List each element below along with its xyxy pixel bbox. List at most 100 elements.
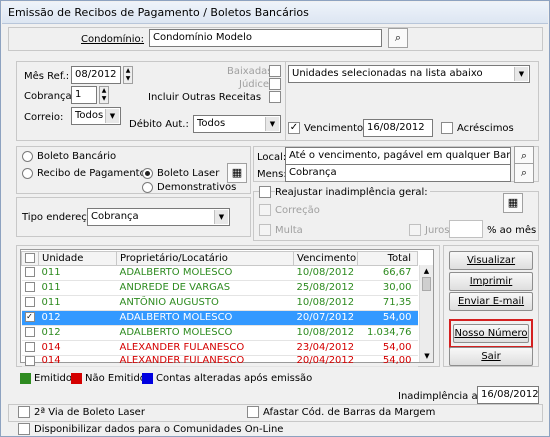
main-window: Emissão de Recibos de Pagamento / Boleto… <box>0 0 550 437</box>
vencimento-checkbox[interactable]: ✓ <box>288 122 300 134</box>
row-checkbox-cell[interactable] <box>21 355 39 367</box>
unidades-value: Unidades selecionadas na lista abaixo <box>292 68 483 79</box>
row-checkbox-cell[interactable]: ✓ <box>21 310 39 326</box>
row-checkbox[interactable] <box>24 327 35 337</box>
scroll-thumb[interactable] <box>422 277 431 291</box>
judice-checkbox[interactable] <box>269 78 281 90</box>
row-total: 54,00 <box>357 310 418 326</box>
juros-checkbox[interactable] <box>409 224 421 236</box>
window-title: Emissão de Recibos de Pagamento / Boleto… <box>2 2 548 24</box>
row-checkbox[interactable]: ✓ <box>24 312 35 322</box>
binoculars-icon[interactable]: ⌕ <box>514 163 534 183</box>
row-vencimento: 10/08/2012 <box>293 295 358 311</box>
table-row[interactable]: 011 ANTÔNIO AUGUSTO 10/08/2012 71,35 <box>21 295 418 311</box>
row-nome: ANTÔNIO AUGUSTO <box>116 295 294 311</box>
row-nome: ADALBERTO MOLESCO <box>116 265 294 281</box>
demonstrativos-radio[interactable] <box>142 182 153 193</box>
row-total: 30,00 <box>357 280 418 296</box>
row-checkbox[interactable] <box>24 267 35 277</box>
outras-receitas-checkbox[interactable] <box>269 91 281 103</box>
disponibilizar-checkbox[interactable] <box>18 423 30 435</box>
local-field[interactable]: Até o vencimento, pagável em qualquer Ba… <box>285 147 511 165</box>
col-proprietario[interactable]: Proprietário/Locatário <box>116 251 294 266</box>
table-row[interactable]: 014 ALEXANDER FULANESCO 20/04/2012 54,00 <box>21 355 418 367</box>
row-checkbox-cell[interactable] <box>21 340 39 356</box>
correcao-checkbox[interactable] <box>259 204 271 216</box>
demonstrativos-label: Demonstrativos <box>157 182 237 193</box>
juros-label: Juros <box>425 225 450 236</box>
outras-receitas-label: Incluir Outras Receitas <box>148 92 262 103</box>
tipo-endereco-select[interactable]: Cobrança ▼ <box>87 208 230 226</box>
table-row[interactable]: ✓ 012 ADALBERTO MOLESCO 20/07/2012 54,00 <box>21 310 418 326</box>
sair-button[interactable]: Sair <box>449 347 533 366</box>
scroll-down-icon[interactable]: ▼ <box>420 350 434 362</box>
judice-label: Júdice <box>239 79 270 90</box>
table-row[interactable]: 011 ANDREDE DE VARGAS 25/08/2012 30,00 <box>21 280 418 296</box>
boleto-laser-label: Boleto Laser <box>157 168 220 179</box>
row-checkbox-cell[interactable] <box>21 295 39 311</box>
recibo-pagamento-radio[interactable] <box>22 168 33 179</box>
emitido-swatch <box>20 373 31 384</box>
vencimento-field[interactable]: 16/08/2012 <box>363 119 433 137</box>
row-vencimento: 10/08/2012 <box>293 265 358 281</box>
units-table: Unidade Proprietário/Locatário Venciment… <box>21 251 418 367</box>
multa-checkbox[interactable] <box>259 224 271 236</box>
table-row[interactable]: 012 ADALBERTO MOLESCO 10/08/2012 1.034,76 <box>21 325 418 341</box>
col-unidade[interactable]: Unidade <box>38 251 117 266</box>
reajustar-checkbox[interactable] <box>259 186 271 198</box>
row-unidade: 014 <box>38 355 117 367</box>
cobranca-field[interactable]: 1 <box>71 86 97 104</box>
row-vencimento: 20/07/2012 <box>293 310 358 326</box>
inadimplencia-field[interactable]: 16/08/2012 <box>477 386 539 404</box>
row-checkbox-cell[interactable] <box>21 325 39 341</box>
nosso-numero-button[interactable]: Nosso Número <box>453 324 529 343</box>
nao-emitido-label: Não Emitido <box>85 373 146 384</box>
row-checkbox[interactable] <box>24 356 35 366</box>
table-scrollbar[interactable]: ▲ ▼ <box>419 265 433 362</box>
debito-aut-select[interactable]: Todos ▼ <box>193 115 281 133</box>
row-checkbox[interactable] <box>24 297 35 307</box>
row-nome: ANDREDE DE VARGAS <box>116 280 294 296</box>
mes-ref-spinner[interactable]: ▲ ▼ <box>123 66 133 84</box>
visualizar-button[interactable]: Visualizar <box>449 251 533 270</box>
row-unidade: 011 <box>38 295 117 311</box>
select-all-header[interactable] <box>21 251 39 266</box>
juros-field[interactable] <box>449 220 483 238</box>
row-total: 66,67 <box>357 265 418 281</box>
row-nome: ALEXANDER FULANESCO <box>116 340 294 356</box>
binoculars-icon[interactable]: ⌕ <box>388 28 408 48</box>
row-checkbox-cell[interactable] <box>21 280 39 296</box>
row-total: 54,00 <box>357 355 418 367</box>
row-checkbox[interactable] <box>24 342 35 352</box>
col-total[interactable]: Total <box>357 251 418 266</box>
row-nome: ADALBERTO MOLESCO <box>116 310 294 326</box>
correio-select[interactable]: Todos ▼ <box>71 107 121 125</box>
cobranca-spinner[interactable]: ▲ ▼ <box>99 86 109 104</box>
settings-icon[interactable]: ▦ <box>503 193 523 213</box>
cobranca-label: Cobrança: <box>24 91 76 102</box>
condominio-field[interactable]: Condomínio Modelo <box>149 29 382 47</box>
disponibilizar-label: Disponibilizar dados para o Comunidades … <box>34 424 284 435</box>
unidades-select[interactable]: Unidades selecionadas na lista abaixo ▼ <box>288 65 530 83</box>
correio-label: Correio: <box>24 112 64 123</box>
boleto-laser-radio[interactable] <box>142 168 153 179</box>
col-vencimento[interactable]: Vencimento <box>293 251 358 266</box>
table-row[interactable]: 011 ADALBERTO MOLESCO 10/08/2012 66,67 <box>21 265 418 281</box>
row-checkbox[interactable] <box>24 282 35 292</box>
segunda-via-checkbox[interactable] <box>18 406 30 418</box>
baixadas-checkbox[interactable] <box>269 65 281 77</box>
acrescimos-checkbox[interactable] <box>441 122 453 134</box>
condominio-label: Condomínio: <box>81 34 145 45</box>
boleto-bancario-radio[interactable] <box>22 151 33 162</box>
alteradas-swatch <box>142 373 153 384</box>
mes-ref-field[interactable]: 08/2012 <box>71 66 121 84</box>
imprimir-button[interactable]: Imprimir <box>449 272 533 291</box>
debito-aut-value: Todos <box>197 118 226 129</box>
table-row[interactable]: 014 ALEXANDER FULANESCO 23/04/2012 54,00 <box>21 340 418 356</box>
scroll-up-icon[interactable]: ▲ <box>420 265 433 277</box>
afastar-checkbox[interactable] <box>247 406 259 418</box>
row-checkbox-cell[interactable] <box>21 265 39 281</box>
enviar-email-button[interactable]: Enviar E-mail <box>449 292 533 311</box>
settings-icon[interactable]: ▦ <box>227 163 247 183</box>
mens-field[interactable]: Cobrança <box>285 164 511 182</box>
